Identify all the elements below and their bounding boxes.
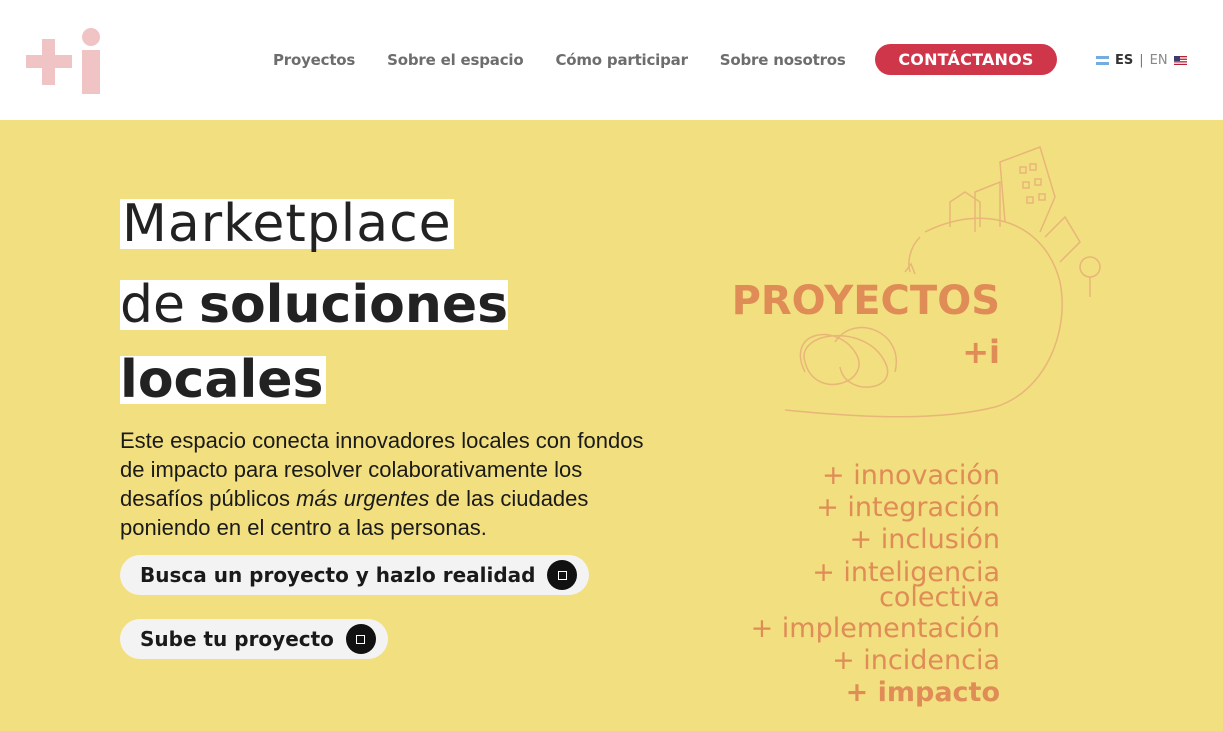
usa-flag-icon[interactable] <box>1173 56 1187 65</box>
hero-title-line2: de soluciones <box>120 275 509 335</box>
value-item: + innovación <box>822 460 1000 491</box>
nav-sobre-nosotros[interactable]: Sobre nosotros <box>720 51 846 69</box>
arrow-icon <box>345 624 376 654</box>
value-item: + incidencia <box>832 645 1000 676</box>
nav-sobre-el-espacio[interactable]: Sobre el espacio <box>387 51 523 69</box>
main-nav: Proyectos Sobre el espacio Cómo particip… <box>273 51 846 69</box>
value-item: + inclusión <box>849 524 1000 555</box>
value-item: + implementación <box>750 613 1000 644</box>
lang-es[interactable]: ES <box>1115 53 1133 68</box>
lang-separator: | <box>1139 53 1144 68</box>
intro-emphasis: más urgentes <box>296 486 430 511</box>
search-project-button[interactable]: Busca un proyecto y hazlo realidad <box>120 555 590 595</box>
value-item: + impacto <box>845 677 1000 708</box>
hero-title-line3: locales <box>120 350 326 410</box>
hero-intro: Este espacio conecta innovadores locales… <box>120 426 660 542</box>
lang-en[interactable]: EN <box>1150 53 1168 68</box>
hero-title-soluciones: soluciones <box>199 275 509 335</box>
upload-project-button[interactable]: Sube tu proyecto <box>120 619 388 659</box>
value-item: + inteligencia colectiva <box>700 556 1000 613</box>
nav-como-participar[interactable]: Cómo participar <box>555 51 688 69</box>
argentina-flag-icon[interactable] <box>1096 56 1109 65</box>
hero-title-line1: Marketplace <box>120 194 454 254</box>
values-list: + innovación + integración + inclusión +… <box>700 460 1000 709</box>
logo-icon[interactable] <box>26 28 102 94</box>
upload-project-label: Sube tu proyecto <box>140 627 334 651</box>
value-item: + integración <box>816 492 1000 523</box>
projects-subheading: +i <box>962 333 1000 371</box>
contact-button[interactable]: CONTÁCTANOS <box>875 44 1057 75</box>
hero-section: Marketplace de soluciones locales Este e… <box>0 120 1223 731</box>
site-header: Proyectos Sobre el espacio Cómo particip… <box>0 0 1223 120</box>
value-item-line: colectiva <box>879 582 1000 613</box>
language-switcher: ES | EN <box>1096 53 1187 68</box>
search-project-label: Busca un proyecto y hazlo realidad <box>140 563 536 587</box>
arrow-icon <box>547 560 578 590</box>
nav-proyectos[interactable]: Proyectos <box>273 51 355 69</box>
hero-title-de: de <box>120 275 185 335</box>
projects-heading: PROYECTOS <box>731 278 1000 324</box>
